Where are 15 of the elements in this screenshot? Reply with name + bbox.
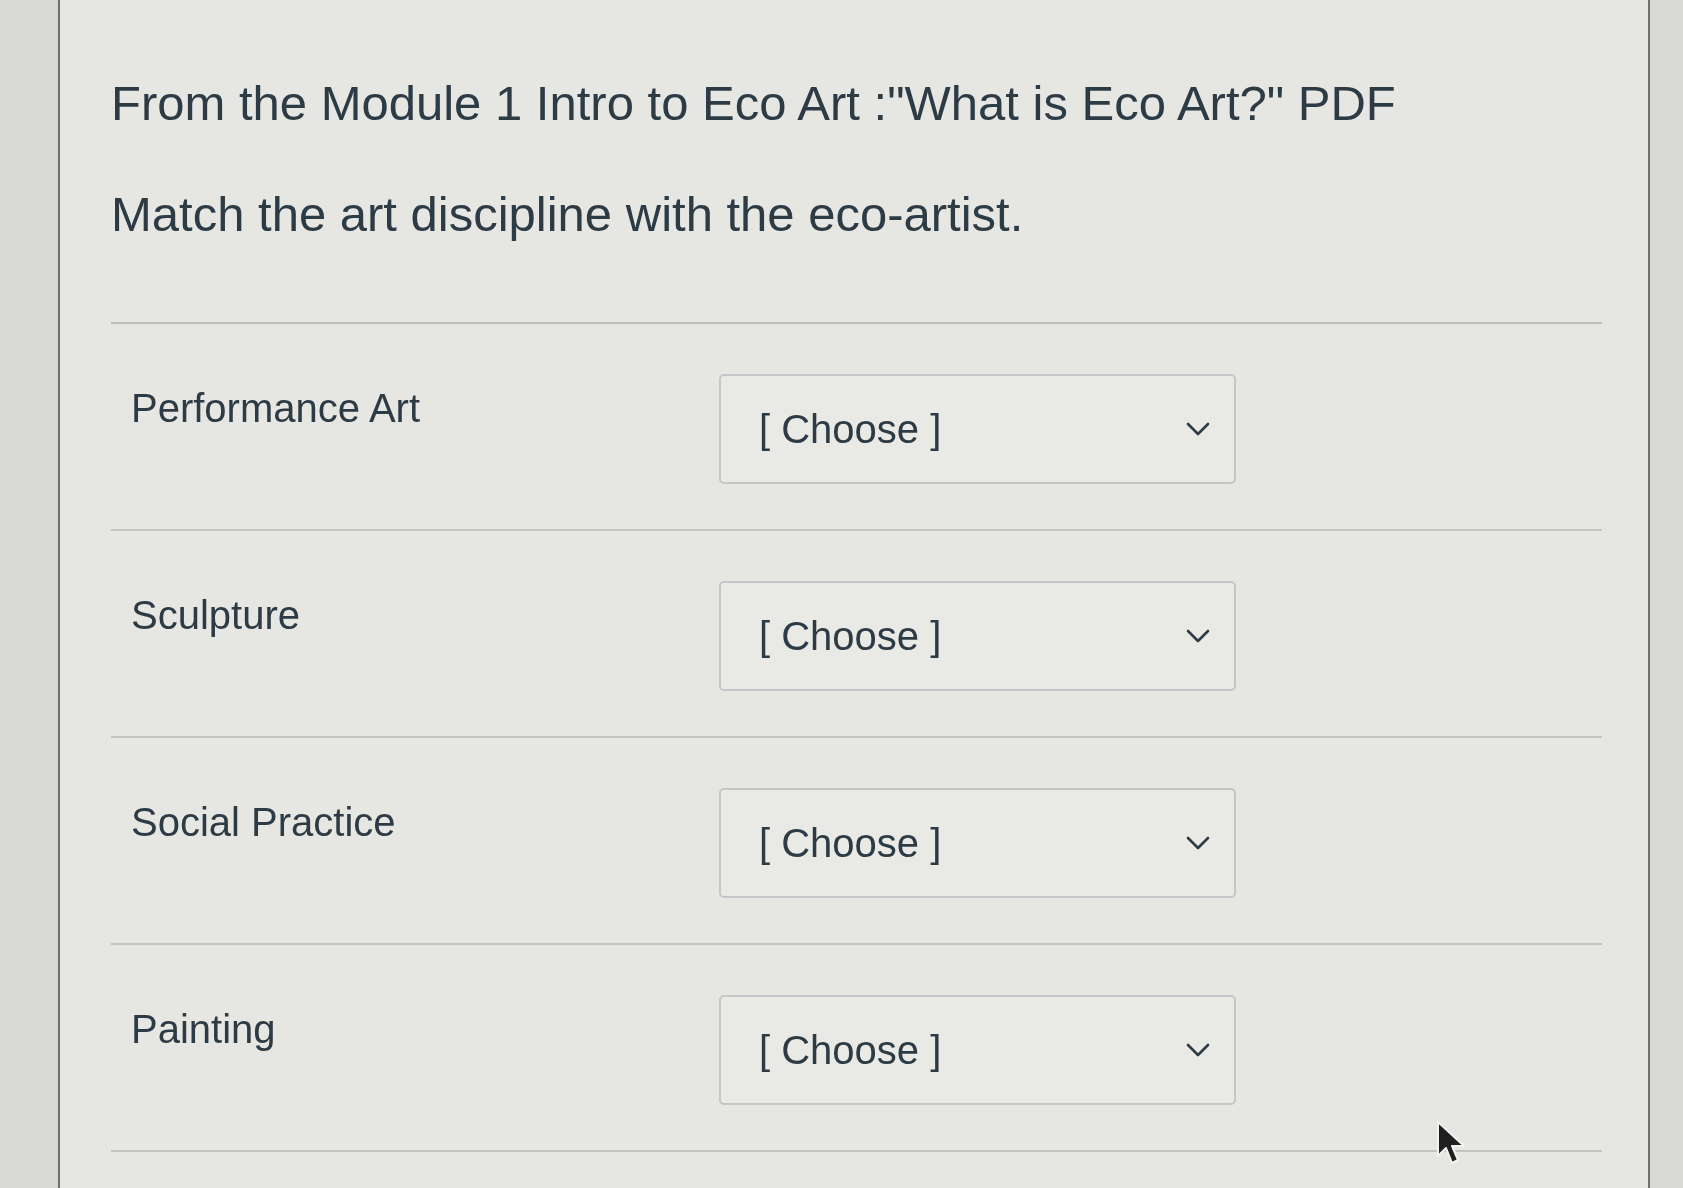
artist-dropdown[interactable]: [ Choose ] bbox=[719, 581, 1236, 691]
discipline-label: Performance Art bbox=[131, 386, 420, 430]
question-source-title: From the Module 1 Intro to Eco Art :"What is Eco Art?" PDF bbox=[111, 75, 1396, 132]
chevron-down-icon bbox=[1186, 1043, 1210, 1057]
artist-dropdown[interactable]: [ Choose ] bbox=[719, 788, 1236, 898]
chevron-down-icon bbox=[1186, 836, 1210, 850]
discipline-label: Sculpture bbox=[131, 593, 300, 637]
question-prompt: Match the art discipline with the eco-artist. bbox=[111, 186, 1024, 243]
discipline-label: Painting bbox=[131, 1007, 276, 1051]
artist-dropdown[interactable]: [ Choose ] bbox=[719, 374, 1236, 484]
chevron-down-icon bbox=[1186, 422, 1210, 436]
artist-dropdown[interactable]: [ Choose ] bbox=[719, 995, 1236, 1105]
mouse-pointer-icon bbox=[1436, 1120, 1466, 1166]
chevron-down-icon bbox=[1186, 629, 1210, 643]
discipline-label: Social Practice bbox=[131, 800, 396, 844]
